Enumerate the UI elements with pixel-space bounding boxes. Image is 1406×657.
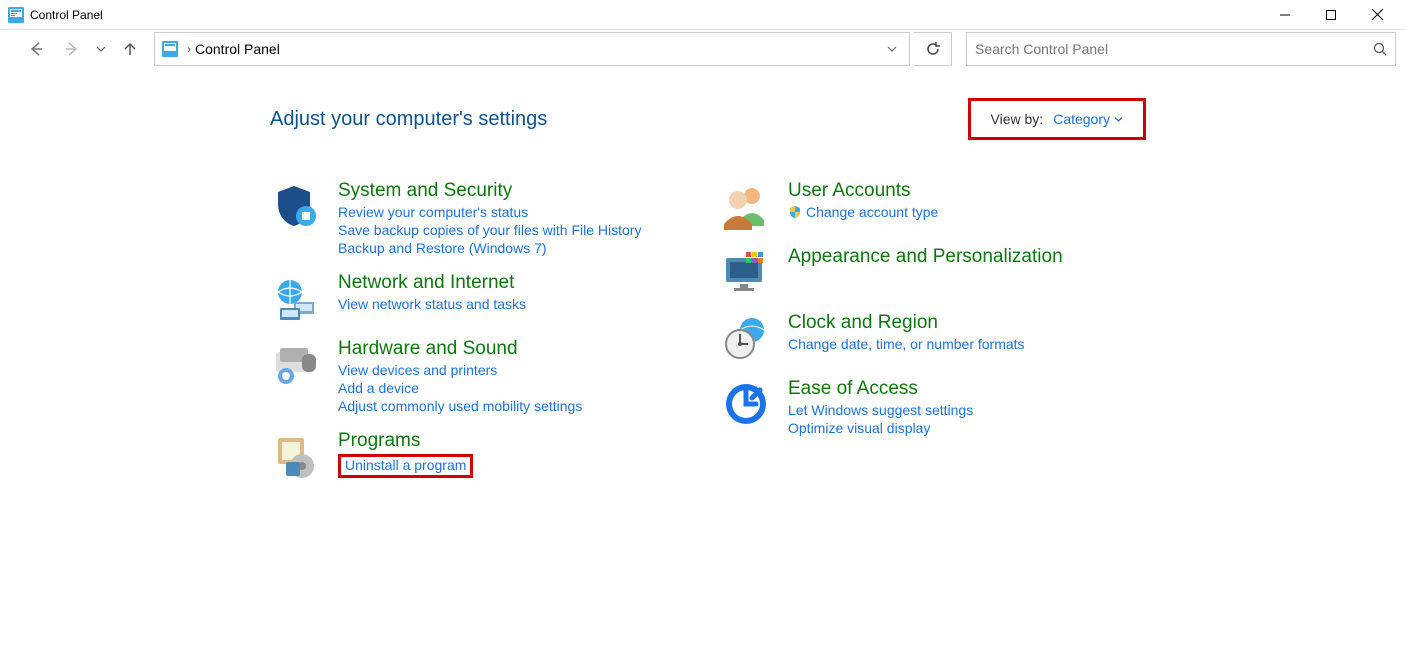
minimize-button[interactable]	[1262, 0, 1308, 30]
page-title: Adjust your computer's settings	[270, 108, 547, 131]
ease-of-access-icon	[720, 378, 772, 430]
close-button[interactable]	[1354, 0, 1400, 30]
link-change-account-type[interactable]: Change account type	[788, 204, 938, 220]
category-system-security: System and Security Review your computer…	[270, 180, 690, 258]
category-title[interactable]: Hardware and Sound	[338, 338, 582, 360]
search-box[interactable]	[966, 32, 1396, 66]
viewby-value-text: Category	[1053, 111, 1110, 127]
settings-header: Adjust your computer's settings View by:…	[270, 98, 1376, 140]
shield-icon	[788, 205, 802, 219]
category-title[interactable]: System and Security	[338, 180, 641, 202]
category-appearance-personalization: Appearance and Personalization	[720, 246, 1180, 298]
category-title[interactable]: User Accounts	[788, 180, 938, 202]
link-network-status[interactable]: View network status and tasks	[338, 296, 526, 312]
up-button[interactable]	[114, 33, 146, 65]
search-input[interactable]	[975, 41, 1373, 57]
system-security-icon	[270, 180, 322, 232]
link-add-device[interactable]: Add a device	[338, 380, 582, 396]
navbar: › Control Panel	[0, 30, 1406, 68]
recent-locations-dropdown[interactable]	[92, 44, 110, 54]
category-clock-region: Clock and Region Change date, time, or n…	[720, 312, 1180, 364]
breadcrumb-separator-icon: ›	[183, 42, 195, 56]
category-title[interactable]: Appearance and Personalization	[788, 246, 1063, 268]
link-backup-restore[interactable]: Backup and Restore (Windows 7)	[338, 240, 641, 256]
breadcrumb-location[interactable]: Control Panel	[195, 41, 280, 57]
category-title[interactable]: Ease of Access	[788, 378, 973, 400]
control-panel-icon	[8, 7, 24, 23]
category-title[interactable]: Programs	[338, 430, 473, 452]
chevron-down-icon	[1114, 115, 1123, 124]
link-mobility-settings[interactable]: Adjust commonly used mobility settings	[338, 398, 582, 414]
category-ease-of-access: Ease of Access Let Windows suggest setti…	[720, 378, 1180, 438]
category-hardware-sound: Hardware and Sound View devices and prin…	[270, 338, 690, 416]
programs-icon	[270, 430, 322, 482]
uninstall-highlight: Uninstall a program	[338, 454, 473, 478]
window-title: Control Panel	[30, 8, 103, 22]
user-accounts-icon	[720, 180, 772, 232]
appearance-icon	[720, 246, 772, 298]
address-history-dropdown[interactable]	[881, 44, 903, 54]
maximize-button[interactable]	[1308, 0, 1354, 30]
category-programs: Programs Uninstall a program	[270, 430, 690, 482]
clock-region-icon	[720, 312, 772, 364]
search-icon[interactable]	[1373, 42, 1387, 56]
link-file-history[interactable]: Save backup copies of your files with Fi…	[338, 222, 641, 238]
control-panel-icon	[161, 40, 179, 58]
link-review-status[interactable]: Review your computer's status	[338, 204, 641, 220]
category-title[interactable]: Network and Internet	[338, 272, 526, 294]
link-suggest-settings[interactable]: Let Windows suggest settings	[788, 402, 973, 418]
hardware-sound-icon	[270, 338, 322, 390]
link-text: Change account type	[806, 204, 938, 220]
refresh-button[interactable]	[914, 32, 952, 66]
forward-button[interactable]	[56, 33, 88, 65]
viewby-label: View by:	[991, 111, 1044, 127]
link-date-time-formats[interactable]: Change date, time, or number formats	[788, 336, 1025, 352]
link-uninstall-program[interactable]: Uninstall a program	[345, 457, 466, 473]
link-optimize-display[interactable]: Optimize visual display	[788, 420, 973, 436]
back-button[interactable]	[20, 33, 52, 65]
viewby-highlight: View by: Category	[968, 98, 1146, 140]
viewby-dropdown[interactable]: Category	[1053, 111, 1123, 127]
network-internet-icon	[270, 272, 322, 324]
category-network-internet: Network and Internet View network status…	[270, 272, 690, 324]
address-bar[interactable]: › Control Panel	[154, 32, 910, 66]
category-title[interactable]: Clock and Region	[788, 312, 1025, 334]
content-area: Adjust your computer's settings View by:…	[0, 68, 1406, 496]
link-devices-printers[interactable]: View devices and printers	[338, 362, 582, 378]
category-user-accounts: User Accounts Change account type	[720, 180, 1180, 232]
titlebar: Control Panel	[0, 0, 1406, 30]
